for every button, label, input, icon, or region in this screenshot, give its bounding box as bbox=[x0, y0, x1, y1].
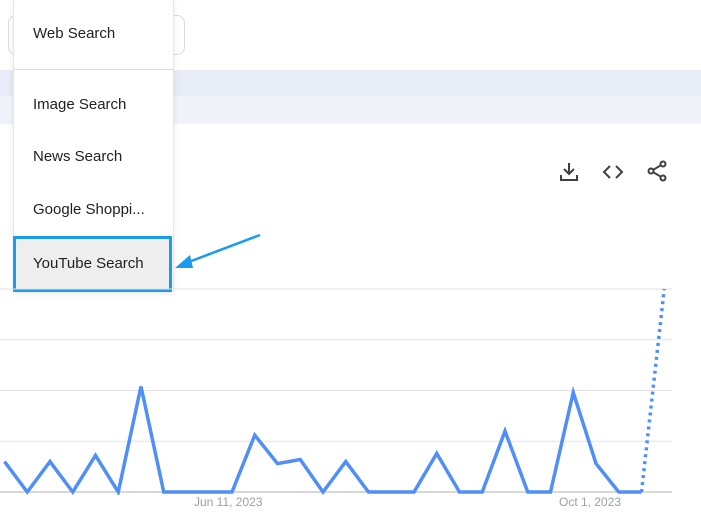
interest-over-time-chart bbox=[0, 288, 672, 495]
x-tick-label: Jun 11, 2023 bbox=[194, 495, 263, 509]
share-icon[interactable] bbox=[645, 159, 669, 183]
x-tick-label: Oct 1, 2023 bbox=[559, 495, 622, 509]
series-line bbox=[3, 385, 642, 495]
download-icon[interactable] bbox=[557, 160, 581, 184]
embed-code-icon[interactable] bbox=[601, 160, 625, 184]
